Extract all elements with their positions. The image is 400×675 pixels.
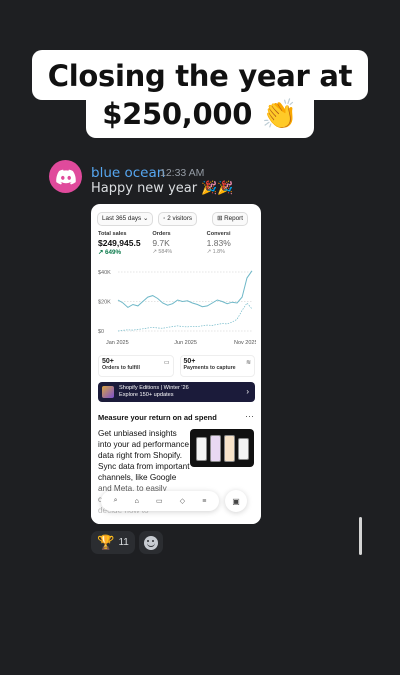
orders-to-fulfill-card[interactable]: 50+ Orders to fulfill ▭ — [98, 355, 174, 377]
banner-subtitle: Explore 150+ updates — [119, 392, 174, 398]
more-options-icon[interactable]: ··· — [245, 411, 254, 421]
editions-banner[interactable]: Shopify Editions | Winter '26 Explore 15… — [98, 382, 255, 402]
metric-value: $249,945.5 — [98, 238, 141, 248]
inbox-icon: ▭ — [163, 360, 170, 366]
y-tick-label: $0 — [98, 329, 104, 335]
card-count: 50+ — [183, 358, 196, 365]
avatar[interactable] — [49, 160, 82, 193]
scroll-indicator[interactable] — [359, 517, 362, 555]
report-button[interactable]: ⊞ Report — [212, 212, 248, 226]
trophy-icon: 🏆 — [97, 534, 115, 550]
task-cards: 50+ Orders to fulfill ▭ 50+ Payments to … — [98, 355, 255, 377]
metric-label: Orders — [152, 231, 171, 237]
metric-change: ↗ 1.8% — [206, 249, 225, 255]
metric-value: 9.7K — [152, 238, 170, 248]
x-tick-label: Jan 2025 — [106, 340, 129, 346]
caption-line-2: $250,000 👏 — [0, 92, 400, 138]
banner-thumbnail — [102, 386, 114, 398]
orders-icon[interactable]: ▭ — [156, 497, 163, 505]
party-popper-emoji: 🎉🎉 — [201, 181, 234, 196]
card-label: Orders to fulfill — [102, 365, 140, 371]
banner-title: Shopify Editions | Winter '26 — [119, 385, 189, 391]
analytics-toolbar: Last 365 days ⌄ ◦ 2 visitors ⊞ Report — [97, 212, 261, 226]
date-range-dropdown[interactable]: Last 365 days ⌄ — [97, 212, 154, 226]
home-icon[interactable]: ⌂ — [135, 498, 139, 505]
visitors-chip[interactable]: ◦ 2 visitors — [158, 212, 198, 226]
sales-chart: $40K $20K $0Jan 2025 Jun 2025 Nov 2025 — [98, 270, 256, 346]
card-icon: ≋ — [245, 360, 251, 366]
metric-label: Total sales — [98, 231, 127, 237]
username[interactable]: blue ocean — [91, 165, 165, 181]
metrics-row: Total sales $249,945.5 ↗ 649% Orders 9.7… — [98, 231, 261, 256]
menu-icon[interactable]: ≡ — [202, 498, 206, 505]
smiley-icon — [143, 535, 158, 550]
message-body: Happy new year — [91, 181, 198, 196]
tag-icon[interactable]: ◇ — [180, 497, 185, 505]
metric-label: Conversi — [206, 231, 231, 237]
search-icon[interactable]: ⌕ — [114, 497, 118, 505]
metric-conversion[interactable]: Conversi 1.83% ↗ 1.8% — [207, 231, 261, 256]
reaction-count: 11 — [118, 537, 129, 548]
message-timestamp: 12:33 AM — [160, 167, 205, 179]
section-title: Measure your return on ad spend — [98, 413, 217, 422]
discord-icon — [55, 169, 76, 185]
comparison-series-line — [117, 302, 253, 332]
payments-to-capture-card[interactable]: 50+ Payments to capture ≋ — [179, 355, 255, 377]
metric-total-sales[interactable]: Total sales $249,945.5 ↗ 649% — [98, 231, 152, 256]
store-icon[interactable]: ▣ — [225, 490, 247, 512]
metric-change: ↗ 649% — [98, 249, 122, 256]
add-reaction-button[interactable] — [138, 531, 163, 554]
x-tick-label: Jun 2025 — [174, 340, 197, 346]
card-label: Payments to capture — [183, 365, 236, 371]
reactions-row: 🏆 11 — [91, 531, 163, 554]
promo-image — [190, 429, 254, 467]
caption-text-2: $250,000 👏 — [86, 92, 314, 138]
y-tick-label: $20K — [98, 300, 111, 306]
trophy-reaction[interactable]: 🏆 11 — [91, 531, 135, 554]
screenshot-attachment[interactable]: Last 365 days ⌄ ◦ 2 visitors ⊞ Report To… — [91, 204, 261, 524]
x-tick-label: Nov 2025 — [234, 340, 256, 346]
metric-orders[interactable]: Orders 9.7K ↗ 584% — [152, 231, 206, 256]
sales-series-line — [117, 270, 253, 309]
chevron-right-icon: › — [246, 387, 249, 396]
metric-change: ↗ 584% — [152, 249, 173, 255]
metric-value: 1.83% — [206, 238, 231, 248]
card-count: 50+ — [102, 358, 114, 365]
message-text: Happy new year 🎉🎉 — [91, 181, 233, 196]
banner-text: Shopify Editions | Winter '26 Explore 15… — [119, 385, 189, 399]
y-tick-label: $40K — [98, 270, 111, 276]
bottom-tab-bar: ⌕ ⌂ ▭ ◇ ≡ — [101, 491, 219, 511]
